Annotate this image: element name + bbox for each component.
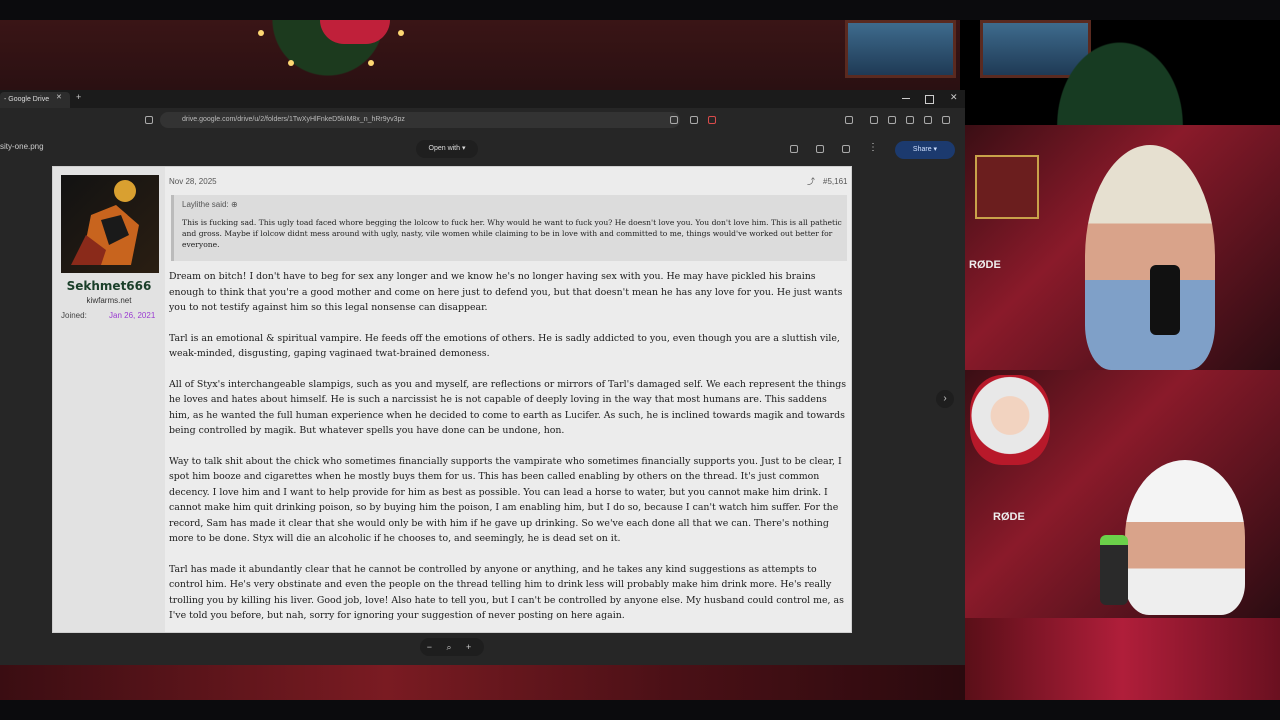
post-paragraph: All of Styx's interchangeable slampigs, …: [169, 378, 847, 437]
user-title: kiwfarms.net: [86, 296, 132, 305]
webcam-bottom: RØDE: [965, 370, 1280, 618]
open-with-label: Open with: [428, 145, 461, 152]
open-with-button[interactable]: Open with ▾: [416, 140, 478, 158]
minimize-icon[interactable]: [902, 98, 910, 99]
page-info-icon[interactable]: [145, 116, 153, 124]
menu-icon[interactable]: [942, 116, 950, 124]
music-icon[interactable]: [870, 116, 878, 124]
sidebar-icon[interactable]: [845, 116, 853, 124]
light-decoration: [368, 60, 374, 66]
santa-decoration: [970, 375, 1050, 465]
close-window-icon[interactable]: ✕: [950, 92, 958, 103]
share-page-icon[interactable]: [690, 116, 698, 124]
close-tab-icon[interactable]: ✕: [56, 93, 62, 101]
share-label: Share: [912, 146, 932, 153]
window-decoration: [845, 20, 956, 78]
quote-block: Laylithe said: ⊕ This is fucking sad. Th…: [171, 195, 847, 261]
mic-brand-label: RØDE: [969, 259, 1001, 271]
maximize-icon[interactable]: [925, 95, 934, 104]
post-paragraph: Tarl has made it abundantly clear that h…: [169, 563, 844, 622]
microphone-icon: [1100, 535, 1128, 605]
background-floor: [0, 665, 965, 700]
add-to-drive-icon[interactable]: [790, 145, 798, 153]
post-paragraph: Dream on bitch! I don't have to beg for …: [169, 271, 843, 313]
new-tab-icon[interactable]: +: [76, 92, 81, 102]
extension-icon[interactable]: [924, 116, 932, 124]
extension-icon[interactable]: [670, 116, 678, 124]
post-body: Dream on bitch! I don't have to beg for …: [169, 269, 849, 632]
user-panel: Sekhmet666 kiwfarms.net Joined: Jan 26, …: [53, 167, 165, 632]
print-icon[interactable]: [842, 145, 850, 153]
light-decoration: [398, 30, 404, 36]
user-avatar: [61, 175, 159, 273]
zoom-controls[interactable]: − ⌕ +: [420, 638, 484, 656]
next-file-icon[interactable]: ›: [936, 390, 954, 408]
gift-boxes-decoration: [965, 618, 1280, 700]
lantern-decoration: [975, 155, 1039, 219]
joined-date: Jan 26, 2021: [109, 311, 156, 320]
extension-icon[interactable]: [888, 116, 896, 124]
top-letterbox: [0, 0, 1280, 20]
mic-brand-label: RØDE: [993, 511, 1025, 523]
url-text: drive.google.com/drive/u/2/folders/1TwXy…: [182, 116, 405, 123]
streamer-person: [1085, 145, 1215, 370]
background-wall: [0, 20, 960, 90]
post-username[interactable]: Sekhmet666: [53, 279, 165, 293]
webcam-top: RØDE: [965, 125, 1280, 370]
post-number: #5,161: [823, 177, 848, 186]
browser-titlebar: - Google Drive ✕ + ✕: [0, 90, 965, 108]
post-paragraph: Way to talk shit about the chick who som…: [169, 455, 842, 545]
streamer-person: [1125, 460, 1245, 615]
drive-viewer-window: - Google Drive ✕ + ✕ drive.google.com/dr…: [0, 90, 965, 666]
christmas-tree-decoration: [1040, 20, 1200, 125]
expand-quote-icon[interactable]: ⊕: [231, 200, 238, 209]
light-decoration: [258, 30, 264, 36]
joined-label: Joined:: [61, 311, 87, 320]
share-post-icon[interactable]: ⤴: [807, 176, 815, 187]
tab-title: - Google Drive: [4, 96, 50, 103]
address-bar[interactable]: drive.google.com/drive/u/2/folders/1TwXy…: [160, 112, 680, 128]
comment-icon[interactable]: [816, 145, 824, 153]
extension-icon[interactable]: [906, 116, 914, 124]
light-decoration: [288, 60, 294, 66]
post-date: Nov 28, 2025: [169, 177, 217, 186]
microphone-icon: [1150, 265, 1180, 335]
share-button[interactable]: Share ▾: [895, 141, 955, 159]
more-options-icon[interactable]: ⋮: [868, 142, 878, 153]
forum-post-image: Sekhmet666 kiwfarms.net Joined: Jan 26, …: [52, 166, 852, 633]
quote-author: Laylithe said: ⊕: [182, 200, 238, 209]
bottom-letterbox: [0, 700, 1280, 720]
post-paragraph: Tarl is an emotional & spiritual vampire…: [169, 332, 840, 360]
quote-text: This is fucking sad. This ugly toad face…: [182, 218, 842, 249]
file-name: sity-one.png: [0, 142, 44, 151]
fox-avatar-icon: [71, 180, 139, 265]
extension-icon[interactable]: [708, 116, 716, 124]
